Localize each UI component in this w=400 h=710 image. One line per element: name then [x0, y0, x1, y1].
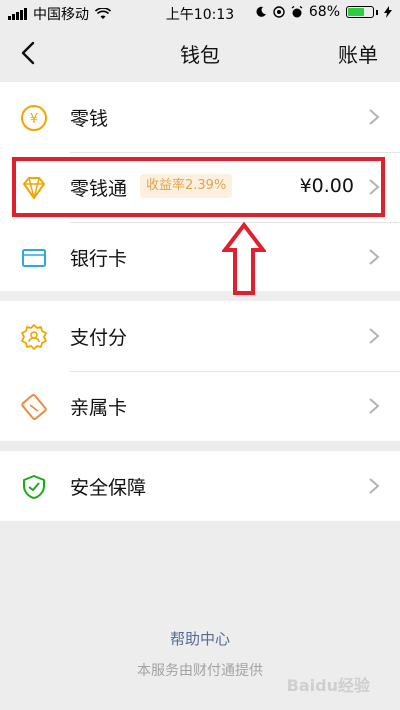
status-right: 68%: [255, 4, 392, 20]
moon-icon: [256, 6, 266, 17]
charging-icon: [384, 6, 392, 18]
alarm-icon: [291, 6, 303, 18]
card-icon: [22, 249, 46, 267]
bank-card-row[interactable]: 银行卡: [0, 222, 400, 292]
change-label: 零钱: [70, 108, 109, 130]
badge-icon: [21, 324, 47, 350]
battery-tip: [376, 9, 378, 15]
location-lock-icon: [273, 6, 285, 18]
pay-score-label: 支付分: [70, 327, 128, 349]
bill-button[interactable]: 账单: [338, 39, 378, 68]
family-card-row[interactable]: 亲属卡: [0, 371, 400, 441]
up-arrow-annotation-icon: [222, 222, 266, 295]
chevron-right-icon: [369, 398, 380, 414]
yuan-coin-icon: ¥: [21, 105, 47, 131]
family-card-icon: [21, 394, 47, 420]
bank-card-label: 银行卡: [70, 248, 128, 270]
battery-percent: 68%: [308, 4, 340, 20]
chevron-right-icon: [369, 249, 380, 265]
battery-icon: [346, 6, 374, 18]
status-bar: 中国移动 上午10:13 68%: [0, 0, 400, 26]
chevron-right-icon: [369, 109, 380, 125]
help-center-link[interactable]: 帮助中心: [0, 628, 400, 649]
chevron-right-icon: [369, 478, 380, 494]
security-row[interactable]: 安全保障: [0, 451, 400, 521]
security-label: 安全保障: [70, 477, 147, 499]
svg-text:¥: ¥: [30, 112, 38, 127]
nav-bar: 钱包 账单: [0, 26, 400, 82]
change-row[interactable]: ¥ 零钱: [0, 82, 400, 152]
shield-icon: [23, 475, 45, 499]
pay-score-row[interactable]: 支付分: [0, 301, 400, 371]
baidu-watermark: Baidu经验: [286, 676, 370, 695]
family-card-label: 亲属卡: [70, 397, 128, 419]
highlight-box: [12, 157, 385, 217]
chevron-right-icon: [369, 328, 380, 344]
